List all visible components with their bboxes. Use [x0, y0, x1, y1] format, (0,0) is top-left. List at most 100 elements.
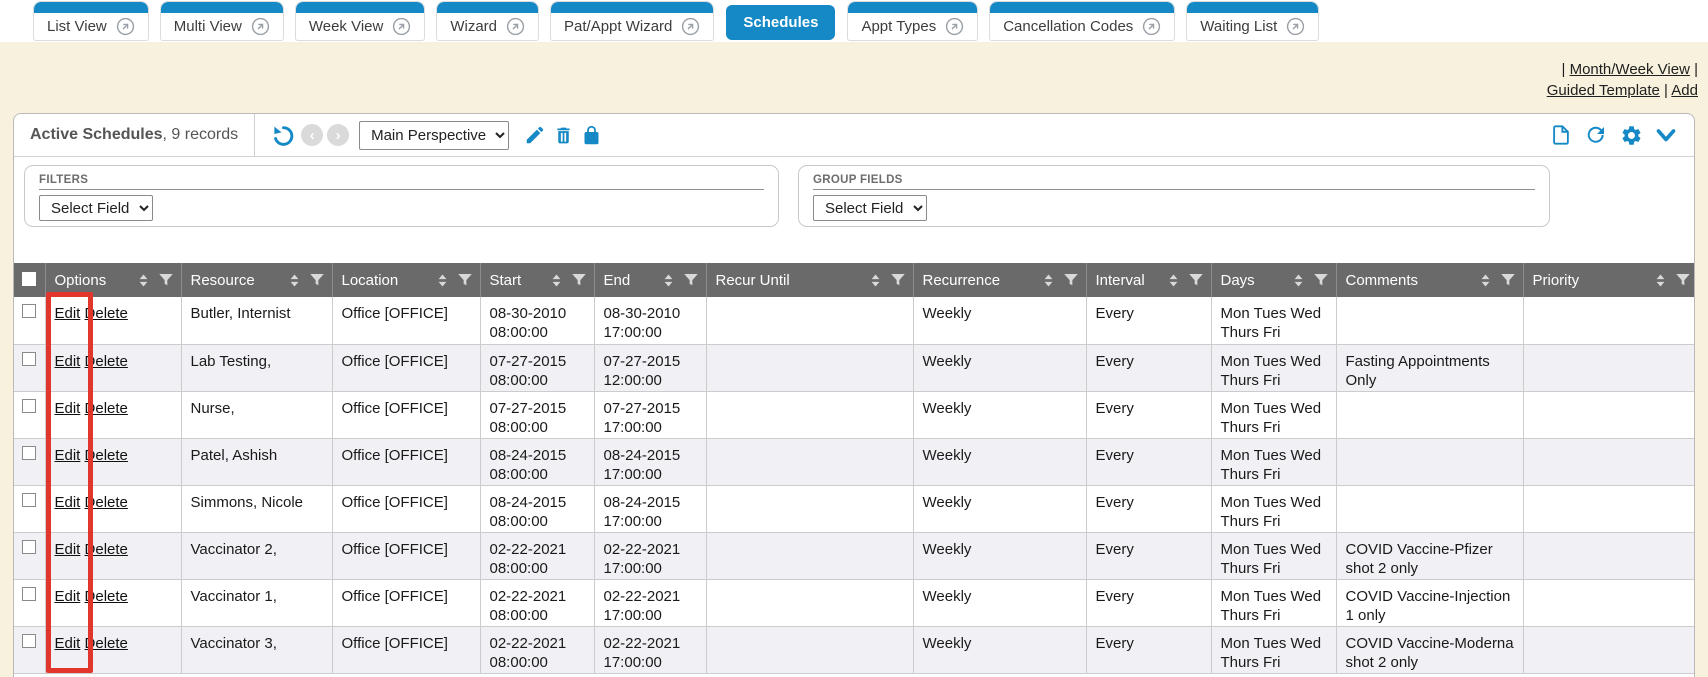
edit-link[interactable]: Edit — [55, 541, 81, 558]
row-checkbox[interactable] — [22, 493, 36, 507]
delete-link[interactable]: Delete — [85, 494, 128, 511]
column-header-start[interactable]: Start — [480, 263, 594, 297]
recurrence-cell: Weekly — [913, 532, 1086, 579]
tab-waiting-list[interactable]: Waiting List — [1187, 2, 1318, 40]
column-header-interval[interactable]: Interval — [1086, 263, 1211, 297]
edit-link[interactable]: Edit — [55, 588, 81, 605]
trash-icon[interactable] — [549, 121, 577, 149]
column-header-days[interactable]: Days — [1211, 263, 1336, 297]
column-header-options[interactable]: Options — [45, 263, 181, 297]
sort-icon[interactable] — [286, 272, 303, 289]
days-cell: Mon Tues Wed Thurs Fri — [1211, 344, 1336, 391]
tab-schedules[interactable]: Schedules — [726, 5, 835, 40]
tab-appt-types[interactable]: Appt Types — [848, 2, 977, 40]
interval-cell: Every — [1086, 532, 1211, 579]
popout-icon[interactable] — [392, 17, 411, 36]
pencil-icon[interactable] — [521, 121, 549, 149]
sort-icon[interactable] — [1290, 272, 1307, 289]
sort-icon[interactable] — [867, 272, 884, 289]
tab-pat-appt-wizard[interactable]: Pat/Appt Wizard — [551, 2, 713, 40]
edit-link[interactable]: Edit — [55, 635, 81, 652]
row-checkbox[interactable] — [22, 540, 36, 554]
edit-link[interactable]: Edit — [55, 447, 81, 464]
lock-icon[interactable] — [577, 121, 605, 149]
tab-multi-view[interactable]: Multi View — [161, 2, 283, 40]
sort-icon[interactable] — [135, 272, 152, 289]
filter-funnel-icon[interactable] — [889, 271, 907, 289]
sort-icon[interactable] — [1040, 272, 1057, 289]
delete-link[interactable]: Delete — [85, 400, 128, 417]
tab-wizard[interactable]: Wizard — [437, 2, 538, 40]
filter-funnel-icon[interactable] — [570, 271, 588, 289]
guided-template-link[interactable]: Guided Template — [1547, 82, 1660, 99]
perspective-select[interactable]: Main Perspective — [359, 121, 509, 150]
group-fields-select[interactable]: Select Field — [813, 195, 927, 221]
filter-funnel-icon[interactable] — [1062, 271, 1080, 289]
popout-icon[interactable] — [506, 17, 525, 36]
column-header-comments[interactable]: Comments — [1336, 263, 1523, 297]
next-icon[interactable]: › — [327, 124, 349, 146]
options-cell: Edit Delete — [45, 532, 181, 579]
popout-icon[interactable] — [116, 17, 135, 36]
column-header-location[interactable]: Location — [332, 263, 480, 297]
filter-funnel-icon[interactable] — [456, 271, 474, 289]
undo-icon[interactable] — [269, 121, 297, 149]
recur-until-cell — [706, 532, 913, 579]
delete-link[interactable]: Delete — [85, 447, 128, 464]
add-link[interactable]: Add — [1671, 82, 1698, 99]
delete-link[interactable]: Delete — [85, 635, 128, 652]
tab-list-view[interactable]: List View — [34, 2, 148, 40]
filter-funnel-icon[interactable] — [682, 271, 700, 289]
column-header-recur-until[interactable]: Recur Until — [706, 263, 913, 297]
row-checkbox[interactable] — [22, 446, 36, 460]
edit-link[interactable]: Edit — [55, 494, 81, 511]
chevron-down-icon[interactable] — [1652, 121, 1680, 149]
delete-link[interactable]: Delete — [85, 305, 128, 322]
gear-icon[interactable] — [1617, 121, 1645, 149]
sort-icon[interactable] — [1652, 272, 1669, 289]
filter-funnel-icon[interactable] — [1187, 271, 1205, 289]
row-checkbox[interactable] — [22, 304, 36, 318]
filter-funnel-icon[interactable] — [308, 271, 326, 289]
previous-icon[interactable]: ‹ — [301, 124, 323, 146]
refresh-icon[interactable] — [1582, 121, 1610, 149]
delete-link[interactable]: Delete — [85, 588, 128, 605]
edit-link[interactable]: Edit — [55, 400, 81, 417]
row-checkbox[interactable] — [22, 634, 36, 648]
sort-icon[interactable] — [1477, 272, 1494, 289]
sort-icon[interactable] — [660, 272, 677, 289]
sort-icon[interactable] — [548, 272, 565, 289]
delete-link[interactable]: Delete — [85, 541, 128, 558]
select-all-header-cell[interactable] — [14, 263, 45, 297]
tab-top-stripe — [551, 2, 713, 13]
filter-funnel-icon[interactable] — [157, 271, 175, 289]
column-header-label: Days — [1221, 272, 1255, 289]
tab-cancellation-codes[interactable]: Cancellation Codes — [990, 2, 1174, 40]
filter-funnel-icon[interactable] — [1499, 271, 1517, 289]
column-header-resource[interactable]: Resource — [181, 263, 332, 297]
tab-week-view[interactable]: Week View — [296, 2, 424, 40]
row-checkbox[interactable] — [22, 587, 36, 601]
popout-icon[interactable] — [681, 17, 700, 36]
popout-icon[interactable] — [945, 17, 964, 36]
filters-field-select[interactable]: Select Field — [39, 195, 153, 221]
sort-icon[interactable] — [1165, 272, 1182, 289]
column-header-recurrence[interactable]: Recurrence — [913, 263, 1086, 297]
filter-funnel-icon[interactable] — [1674, 271, 1692, 289]
sort-icon[interactable] — [434, 272, 451, 289]
popout-icon[interactable] — [1286, 17, 1305, 36]
column-header-priority[interactable]: Priority — [1523, 263, 1695, 297]
popout-icon[interactable] — [251, 17, 270, 36]
column-header-end[interactable]: End — [594, 263, 706, 297]
edit-link[interactable]: Edit — [55, 305, 81, 322]
filter-funnel-icon[interactable] — [1312, 271, 1330, 289]
new-document-icon[interactable] — [1547, 121, 1575, 149]
edit-link[interactable]: Edit — [55, 353, 81, 370]
select-all-checkbox[interactable] — [22, 272, 36, 286]
delete-link[interactable]: Delete — [85, 353, 128, 370]
row-checkbox[interactable] — [22, 352, 36, 366]
month-week-view-link[interactable]: Month/Week View — [1570, 61, 1690, 78]
popout-icon[interactable] — [1142, 17, 1161, 36]
column-header-icons — [867, 271, 907, 289]
row-checkbox[interactable] — [22, 399, 36, 413]
